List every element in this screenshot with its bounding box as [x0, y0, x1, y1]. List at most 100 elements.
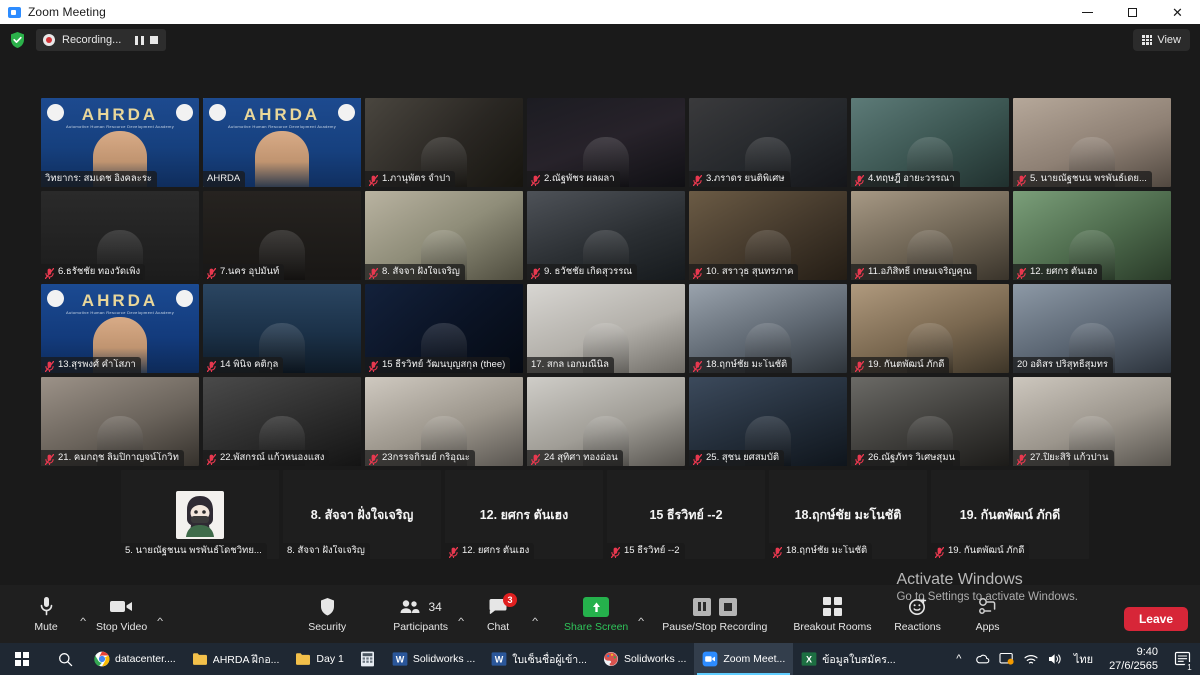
participant-name: 4.ทฤษฎี์ อายะวรรณา	[868, 172, 955, 184]
notification-icon[interactable]: 1	[1168, 643, 1196, 675]
participant-tile[interactable]: 4.ทฤษฎี์ อายะวรรณา	[851, 98, 1009, 187]
participant-tile[interactable]: 5. นายณัฐชนน พรพันธ์โดชวิทย...	[121, 470, 279, 559]
participant-name: 23กรรจกิรมย์ กริอุณะ	[382, 451, 470, 463]
system-tray: ^ ไทย 9:40 27/6/2565 1	[948, 643, 1200, 675]
taskbar-item[interactable]: X ข้อมูลใบสมัคร...	[793, 643, 903, 675]
chevron-up-icon: ^	[458, 616, 465, 626]
participant-tile[interactable]: 1.ภานุพัตร จำปา	[365, 98, 523, 187]
search-icon[interactable]	[44, 643, 86, 675]
stop-icon[interactable]	[718, 597, 737, 616]
participant-tile[interactable]: 3.ภราดร ยนติพิเศษ	[689, 98, 847, 187]
participant-tile[interactable]: 20 อดิสร ปริสุทธิ์สุมทร	[1013, 284, 1171, 373]
taskbar-item-label: Day 1	[316, 653, 344, 665]
participant-tile[interactable]: 25. สุชน ยศสมบัติ	[689, 377, 847, 466]
participant-name: 27.ปิยะสิริ แก้วปาน	[1030, 451, 1109, 463]
participant-tile[interactable]: 23กรรจกิรมย์ กริอุณะ	[365, 377, 523, 466]
participant-tile[interactable]: 12. ยศกร ตันเฮง 12. ยศกร ตันเฮง	[445, 470, 603, 559]
stop-icon	[149, 36, 158, 44]
encryption-shield-icon[interactable]	[9, 31, 26, 49]
chevron-up-icon[interactable]: ^	[948, 643, 970, 675]
participant-tile[interactable]: 19. กันตพัฒน์ ภักดี	[851, 284, 1009, 373]
share-screen-button[interactable]: Share Screen	[560, 585, 632, 643]
microphone-muted-icon	[530, 173, 541, 187]
participant-tile[interactable]: 15 ธีรวิทย์ วัฒนบุญสกุล (thee)	[365, 284, 523, 373]
participant-tile[interactable]: 9. ธวัชชัย เกิดสุวรรณ	[527, 191, 685, 280]
stop-recording-button[interactable]	[148, 34, 159, 46]
participant-tile[interactable]: 12. ยศกร ตันเฮง	[1013, 191, 1171, 280]
participant-name-bar: 19. กันตพัฒน์ ภักดี	[851, 357, 950, 373]
participant-name: AHRDA	[207, 172, 241, 184]
close-button[interactable]: ✕	[1155, 0, 1200, 24]
participant-tile[interactable]: 8. สัจจา ฝั่งใจเจริญ	[365, 191, 523, 280]
participant-tile[interactable]: 2.ณัฐพัชร ผลผลา	[527, 98, 685, 187]
mute-button[interactable]: Mute	[18, 585, 74, 643]
taskbar-item[interactable]: Zoom Meet...	[694, 643, 794, 675]
taskbar-item[interactable]: W Solidworks ...	[384, 643, 483, 675]
participant-name-bar: 3.ภราดร ยนติพิเศษ	[689, 171, 790, 187]
participant-tile[interactable]: 7.นคร อุปมันท์	[203, 191, 361, 280]
taskbar-items: datacenter.... AHRDA ฝึกอ... Day 1 W Solidwo…	[86, 643, 904, 675]
participant-tile[interactable]: 5. นายณัฐชนน พรพันธ์เดย...	[1013, 98, 1171, 187]
participant-tile[interactable]: 10. สราวุธ สุนทรภาค	[689, 191, 847, 280]
participant-tile[interactable]: 22.พัสกรณ์ แก้วหนองแสง	[203, 377, 361, 466]
participant-tile[interactable]: 19. กันตพัฒน์ ภักดี 19. กันตพัฒน์ ภักดี	[931, 470, 1089, 559]
taskbar-item[interactable]: W ใบเซ็นชื่อผู้เข้า...	[483, 643, 595, 675]
pause-stop-recording-button[interactable]: Pause/Stop Recording	[658, 585, 771, 643]
pause-recording-button[interactable]	[134, 34, 145, 46]
participant-display-name: 8. สัจจา ฝั่งใจเจริญ	[310, 507, 414, 522]
participant-tile[interactable]: AHRDA Automotive Human Resource Developme…	[41, 284, 199, 373]
wifi-icon[interactable]	[1020, 643, 1042, 675]
participant-tile[interactable]: 24 สุทิศา ทองอ่อน	[527, 377, 685, 466]
participant-name: 25. สุชน ยศสมบัติ	[706, 451, 780, 463]
onedrive-icon[interactable]	[972, 643, 994, 675]
participant-tile[interactable]: 14 พินิจ คติกุล	[203, 284, 361, 373]
taskbar-item[interactable]	[352, 643, 384, 675]
windows-start-icon[interactable]	[0, 643, 44, 675]
activate-windows-subtitle: Go to Settings to activate Windows.	[896, 591, 1078, 603]
microphone-muted-icon	[854, 173, 865, 187]
chat-options-caret[interactable]: ^	[526, 585, 544, 643]
participant-tile[interactable]: 21. คมกฤช ลิมปิกาญจน์โกวิท	[41, 377, 199, 466]
taskbar-item[interactable]: datacenter....	[86, 643, 184, 675]
microphone-muted-icon	[206, 359, 217, 373]
participant-tile[interactable]: 6.ธรัชชัย ทองวัดเพิง	[41, 191, 199, 280]
participant-tile[interactable]: 26.ณัฐภัทร วิเศษสุมน	[851, 377, 1009, 466]
chat-button[interactable]: 3 Chat	[470, 585, 526, 643]
participant-tile[interactable]: 27.ปิยะสิริ แก้วปาน	[1013, 377, 1171, 466]
participant-tile[interactable]: 17. สกล เอกมณีนิล	[527, 284, 685, 373]
participant-name: 9. ธวัชชัย เกิดสุวรรณ	[544, 265, 633, 277]
minimize-button[interactable]	[1065, 0, 1110, 24]
taskbar-item[interactable]: AHRDA ฝึกอ...	[184, 643, 288, 675]
participants-options-caret[interactable]: ^	[452, 585, 470, 643]
clock[interactable]: 9:40 27/6/2565	[1101, 645, 1166, 673]
microphone-muted-icon	[854, 452, 865, 466]
participant-name-bar: 12. ยศกร ตันเฮง	[445, 543, 535, 559]
participant-tile[interactable]: 18.ฤกษ์ชัย มะโนชัติ	[689, 284, 847, 373]
stop-video-button[interactable]: Stop Video	[92, 585, 151, 643]
volume-icon[interactable]	[1044, 643, 1066, 675]
display-icon[interactable]	[996, 643, 1018, 675]
taskbar-item[interactable]: Day 1	[287, 643, 351, 675]
participant-tile[interactable]: 11.อภิสิทธิ์ เกษมเจริญคุณ	[851, 191, 1009, 280]
language-indicator[interactable]: ไทย	[1068, 650, 1099, 668]
participant-tile[interactable]: AHRDA Automotive Human Resource Developme…	[41, 98, 199, 187]
video-options-caret[interactable]: ^	[151, 585, 169, 643]
participant-tile[interactable]: 8. สัจจา ฝั่งใจเจริญ 8. สัจจา ฝั่งใจเจริญ	[283, 470, 441, 559]
leave-button[interactable]: Leave	[1123, 607, 1188, 631]
clock-date: 27/6/2565	[1109, 660, 1158, 672]
taskbar-item[interactable]: Solidworks ...	[595, 643, 694, 675]
participant-tile[interactable]: 15 ธีรวิทย์ --2 15 ธีรวิทย์ --2	[607, 470, 765, 559]
view-button[interactable]: View	[1133, 29, 1190, 51]
svg-text:X: X	[806, 655, 812, 665]
participant-tile[interactable]: 18.ฤกษ์ชัย มะโนชัติ 18.ฤกษ์ชัย มะโนชัติ	[769, 470, 927, 559]
audio-options-caret[interactable]: ^	[74, 585, 92, 643]
share-options-caret[interactable]: ^	[632, 585, 650, 643]
maximize-button[interactable]	[1110, 0, 1155, 24]
breakout-rooms-button[interactable]: Breakout Rooms	[789, 585, 875, 643]
participant-tile[interactable]: AHRDA Automotive Human Resource Developme…	[203, 98, 361, 187]
security-button[interactable]: Security	[299, 585, 355, 643]
participants-button[interactable]: 34 Participants	[389, 585, 452, 643]
pause-icon[interactable]	[692, 597, 711, 616]
participant-name-bar: AHRDA	[203, 171, 246, 187]
participant-display-name: 12. ยศกร ตันเฮง	[479, 507, 569, 522]
